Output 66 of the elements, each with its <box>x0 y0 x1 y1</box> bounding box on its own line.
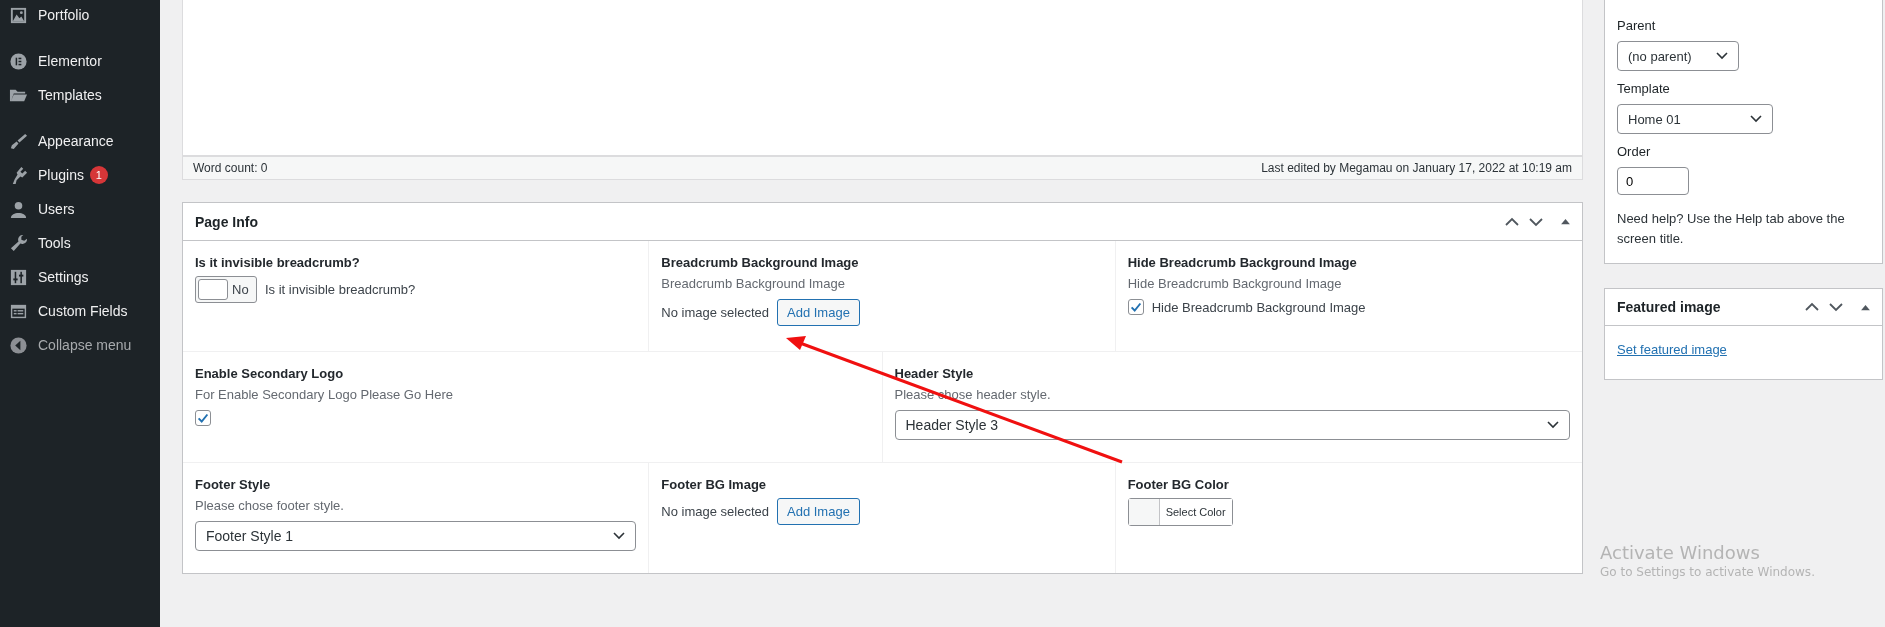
collapse-icon[interactable] <box>9 335 28 355</box>
checkbox[interactable] <box>195 410 211 426</box>
panel-title: Page Info <box>195 213 258 230</box>
move-up-icon[interactable] <box>1805 302 1819 312</box>
portfolio-icon[interactable] <box>9 5 28 25</box>
parent-dropdown[interactable]: (no parent) <box>1617 41 1739 71</box>
field-label: Order <box>1617 144 1652 159</box>
field-label: Breadcrumb Background Image <box>661 255 860 270</box>
field-label: Footer BG Image <box>661 477 768 492</box>
chevron-down-icon <box>1750 115 1762 123</box>
sidebar-item[interactable]: Portfolio <box>38 7 90 23</box>
image-status: No image selected <box>661 305 769 320</box>
field-label: Parent <box>1617 18 1657 33</box>
toggle-caption: Is it invisible breadcrumb? <box>265 282 416 297</box>
panel-title: Featured image <box>1617 299 1721 315</box>
sidebar-item[interactable]: Templates <box>38 87 102 103</box>
paintbrush-icon[interactable] <box>9 131 28 151</box>
checkbox-label: Hide Breadcrumb Background Image <box>1151 299 1366 315</box>
move-up-icon[interactable] <box>1505 216 1519 227</box>
sliders-icon[interactable] <box>9 267 28 287</box>
chevron-down-icon <box>613 532 626 540</box>
update-count-badge: 1 <box>89 166 108 184</box>
style-dropdown[interactable]: Footer Style 1 <box>195 521 637 551</box>
field-description: Hide Breadcrumb Background Image <box>1127 276 1343 291</box>
toggle-switch[interactable]: No <box>195 276 257 303</box>
field-label: Footer BG Color <box>1127 477 1230 492</box>
checkbox[interactable] <box>1127 299 1144 315</box>
collapse-panel-icon[interactable] <box>1861 303 1870 311</box>
wrench-icon[interactable] <box>9 233 28 253</box>
template-dropdown[interactable]: Home 01 <box>1617 104 1773 134</box>
field-label: Is it invisible breadcrumb? <box>195 255 361 270</box>
collapse-menu-link[interactable]: Collapse menu <box>38 337 132 353</box>
last-edited-text: Last edited by Megamau on January 17, 2022 at 10:19 am <box>1261 161 1572 175</box>
move-down-icon[interactable] <box>1829 302 1843 312</box>
field-description: For Enable Secondary Logo Please Go Here <box>195 387 454 402</box>
activation-title: Activate Windows <box>1600 542 1761 563</box>
chevron-down-icon <box>1547 421 1559 429</box>
field-label: Footer Style <box>195 477 272 492</box>
collapse-panel-icon[interactable] <box>1561 218 1570 225</box>
user-icon[interactable] <box>9 199 28 219</box>
field-label: Template <box>1617 81 1671 96</box>
order-input[interactable]: 0 <box>1617 167 1689 195</box>
sidebar-item[interactable]: Tools <box>38 235 71 251</box>
move-down-icon[interactable] <box>1529 216 1543 227</box>
word-count: Word count: 0 <box>193 161 268 175</box>
image-status: No image selected <box>661 504 769 519</box>
sidebar-item[interactable]: Elementor <box>38 53 102 69</box>
field-label: Enable Secondary Logo <box>195 366 345 381</box>
chevron-down-icon <box>1716 52 1728 60</box>
sidebar-item[interactable]: Custom Fields <box>38 303 128 319</box>
field-label: Hide Breadcrumb Background Image <box>1127 255 1358 270</box>
sidebar-item[interactable]: Appearance <box>38 133 114 149</box>
style-dropdown[interactable]: Header Style 3 <box>894 410 1570 440</box>
color-picker-button[interactable]: Select Color <box>1127 498 1233 526</box>
elementor-icon[interactable] <box>9 51 28 71</box>
sidebar-item[interactable]: Settings <box>38 269 89 285</box>
add-image-button[interactable]: Add Image <box>777 299 860 326</box>
activation-subtitle: Go to Settings to activate Windows. <box>1600 565 1815 579</box>
add-image-button[interactable]: Add Image <box>777 498 860 525</box>
field-description: Breadcrumb Background Image <box>661 276 846 291</box>
field-description: Please chose footer style. <box>195 498 345 513</box>
sidebar-item[interactable]: Plugins <box>38 167 84 183</box>
set-featured-image-link[interactable]: Set featured image <box>1617 342 1727 357</box>
field-label: Header Style <box>894 366 975 381</box>
sidebar-item[interactable]: Users <box>38 201 75 217</box>
help-text: Need help? Use the Help tab above the screen title. <box>1617 210 1846 248</box>
